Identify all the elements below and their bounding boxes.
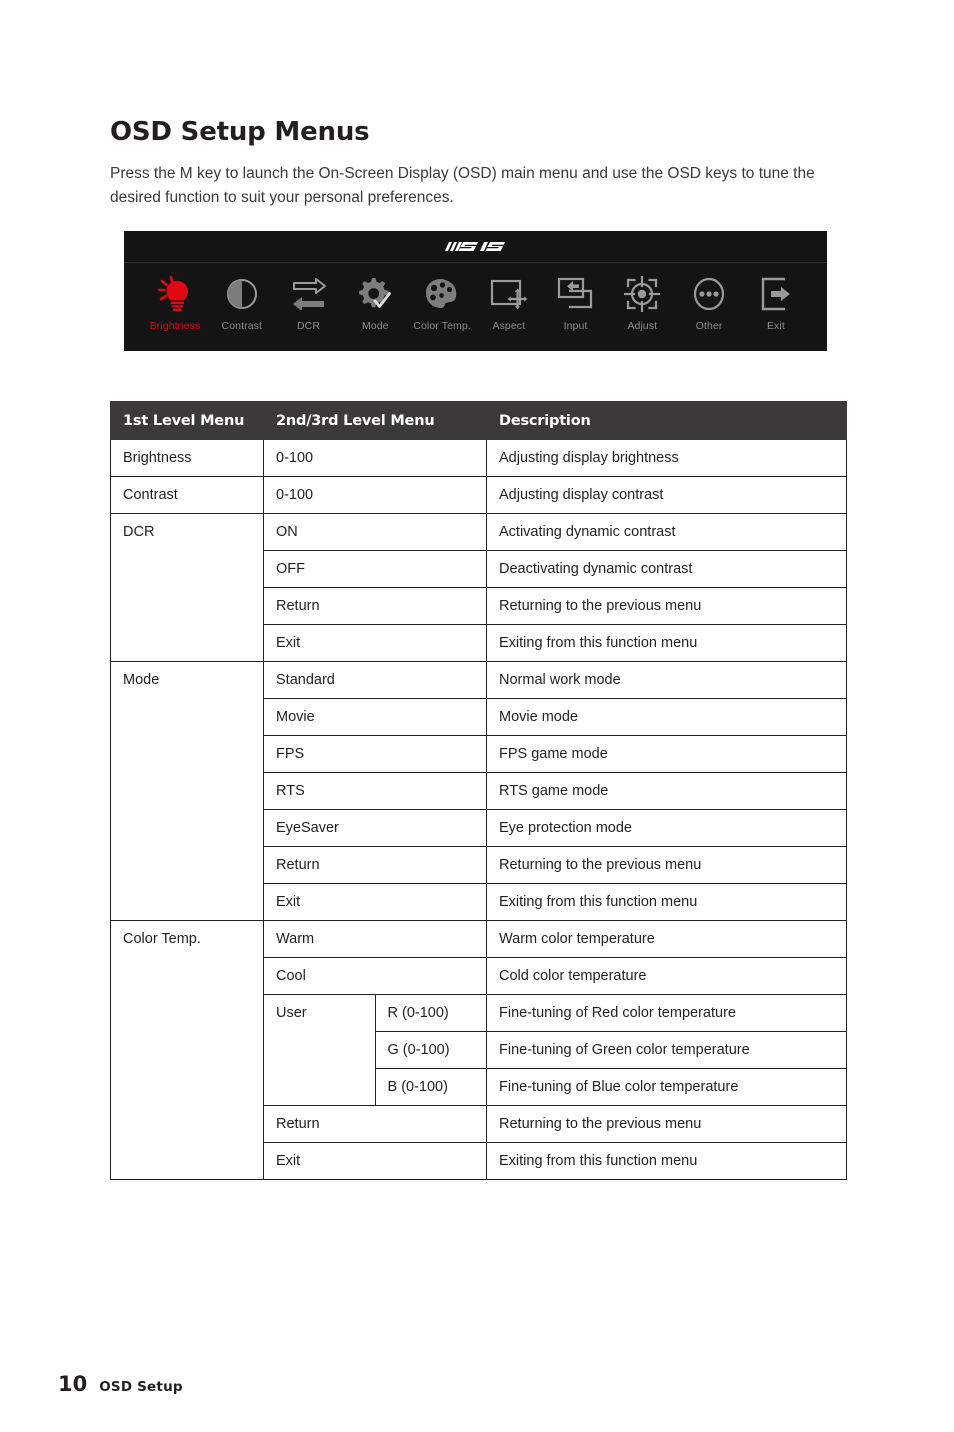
- table-row: Brightness 0-100 Adjusting display brigh…: [110, 439, 847, 477]
- table-header-row: 1st Level Menu 2nd/3rd Level Menu Descri…: [110, 401, 847, 440]
- exit-arrow-icon: [759, 273, 793, 315]
- osd-label-adjust: Adjust: [627, 320, 658, 332]
- cell-level2: OFF: [263, 550, 487, 588]
- osd-label-dcr: DCR: [297, 320, 321, 332]
- osd-item-color-temp[interactable]: Color Temp.: [409, 273, 475, 332]
- cell-description: Fine-tuning of Green color temperature: [486, 1031, 847, 1069]
- osd-label-brightness: Brightness: [149, 320, 201, 332]
- contrast-circle-icon: [225, 273, 259, 315]
- cell-description: Adjusting display contrast: [486, 476, 847, 514]
- cell-description: Cold color temperature: [486, 957, 847, 995]
- cell-level2: RTS: [263, 772, 487, 810]
- cell-level2: ON: [263, 513, 487, 551]
- table-row: DCR ON Activating dynamic contrast: [110, 513, 847, 662]
- cell-description: Movie mode: [486, 698, 847, 736]
- osd-logo-bar: [124, 231, 827, 263]
- osd-menu-table: 1st Level Menu 2nd/3rd Level Menu Descri…: [110, 401, 847, 1180]
- cell-level1: Brightness: [110, 439, 264, 477]
- cell-level2: Exit: [263, 883, 487, 921]
- cell-description: Exiting from this function menu: [486, 883, 847, 921]
- osd-item-dcr[interactable]: DCR: [276, 273, 342, 332]
- osd-item-exit[interactable]: Exit: [743, 273, 809, 332]
- osd-item-input[interactable]: Input: [543, 273, 609, 332]
- cell-level2: 0-100: [263, 439, 487, 477]
- cell-description: RTS game mode: [486, 772, 847, 810]
- input-source-icon: [557, 273, 595, 315]
- cell-level1: Contrast: [110, 476, 264, 514]
- cell-description: Exiting from this function menu: [486, 624, 847, 662]
- cell-level1: Mode: [110, 661, 264, 921]
- cell-description: Returning to the previous menu: [486, 846, 847, 884]
- osd-label-color-temp: Color Temp.: [413, 320, 471, 332]
- footer-page-number: 10: [58, 1372, 88, 1396]
- cell-level3: G (0-100): [374, 1031, 487, 1069]
- cell-description: Returning to the previous menu: [486, 1105, 847, 1143]
- color-palette-icon: [424, 273, 460, 315]
- cell-level2: Movie: [263, 698, 487, 736]
- cell-level2: Return: [263, 587, 487, 625]
- cell-description: Returning to the previous menu: [486, 587, 847, 625]
- osd-item-contrast[interactable]: Contrast: [209, 273, 275, 332]
- cell-description: Exiting from this function menu: [486, 1142, 847, 1180]
- cell-level2: Exit: [263, 624, 487, 662]
- cell-description: Adjusting display brightness: [486, 439, 847, 477]
- osd-label-input: Input: [563, 320, 588, 332]
- osd-label-aspect: Aspect: [492, 320, 526, 332]
- table-row: Contrast 0-100 Adjusting display contras…: [110, 476, 847, 514]
- cell-level2: Exit: [263, 1142, 487, 1180]
- osd-menu-figure: Brightness Contrast DCR Mode Color Temp.…: [124, 231, 827, 351]
- other-ellipsis-icon: [691, 273, 727, 315]
- cell-level2: EyeSaver: [263, 809, 487, 847]
- osd-item-adjust[interactable]: Adjust: [609, 273, 675, 332]
- osd-item-aspect[interactable]: Aspect: [476, 273, 542, 332]
- osd-icon-row: Brightness Contrast DCR Mode Color Temp.…: [124, 263, 827, 343]
- cell-description: Activating dynamic contrast: [486, 513, 847, 551]
- osd-label-mode: Mode: [361, 320, 389, 332]
- footer-section-label: OSD Setup: [99, 1379, 183, 1395]
- msi-logo-icon: [444, 242, 505, 251]
- manual-page: OSD Setup Menus Press the M key to launc…: [0, 0, 954, 1432]
- brightness-bulb-icon: [157, 273, 193, 315]
- table-row: Mode Standard Normal work mode: [110, 661, 847, 921]
- cell-description: Normal work mode: [486, 661, 847, 699]
- page-footer: 10 OSD Setup: [58, 1372, 183, 1396]
- cell-description: Fine-tuning of Blue color temperature: [486, 1068, 847, 1106]
- osd-item-mode[interactable]: Mode: [342, 273, 408, 332]
- page-title: OSD Setup Menus: [110, 117, 370, 148]
- cell-level3: B (0-100): [374, 1068, 487, 1106]
- cell-level1: DCR: [110, 513, 264, 662]
- cell-level1: Color Temp.: [110, 920, 264, 1180]
- osd-item-brightness[interactable]: Brightness: [142, 273, 208, 332]
- cell-level2: FPS: [263, 735, 487, 773]
- cell-level3: R (0-100): [374, 994, 487, 1032]
- cell-description: Eye protection mode: [486, 809, 847, 847]
- mode-gear-check-icon: [356, 273, 394, 315]
- table-header-level1: 1st Level Menu: [110, 401, 264, 440]
- cell-description: Warm color temperature: [486, 920, 847, 958]
- cell-level2: Warm: [263, 920, 487, 958]
- aspect-resize-icon: [490, 273, 528, 315]
- osd-item-other[interactable]: Other: [676, 273, 742, 332]
- cell-level2: User: [263, 994, 376, 1106]
- table-header-description: Description: [486, 401, 847, 440]
- osd-label-contrast: Contrast: [221, 320, 262, 332]
- cell-level2: Cool: [263, 957, 487, 995]
- cell-level2: Return: [263, 846, 487, 884]
- cell-description: Fine-tuning of Red color temperature: [486, 994, 847, 1032]
- cell-description: FPS game mode: [486, 735, 847, 773]
- cell-level2: Return: [263, 1105, 487, 1143]
- dcr-arrows-icon: [290, 273, 328, 315]
- intro-paragraph: Press the M key to launch the On-Screen …: [110, 164, 815, 206]
- cell-level2: Standard: [263, 661, 487, 699]
- cell-description: Deactivating dynamic contrast: [486, 550, 847, 588]
- osd-label-other: Other: [695, 320, 723, 332]
- cell-level2: 0-100: [263, 476, 487, 514]
- table-header-level2: 2nd/3rd Level Menu: [263, 401, 487, 440]
- table-row: Color Temp. Warm Warm color temperature: [110, 920, 847, 1180]
- osd-label-exit: Exit: [766, 320, 785, 332]
- adjust-crosshair-icon: [624, 273, 661, 315]
